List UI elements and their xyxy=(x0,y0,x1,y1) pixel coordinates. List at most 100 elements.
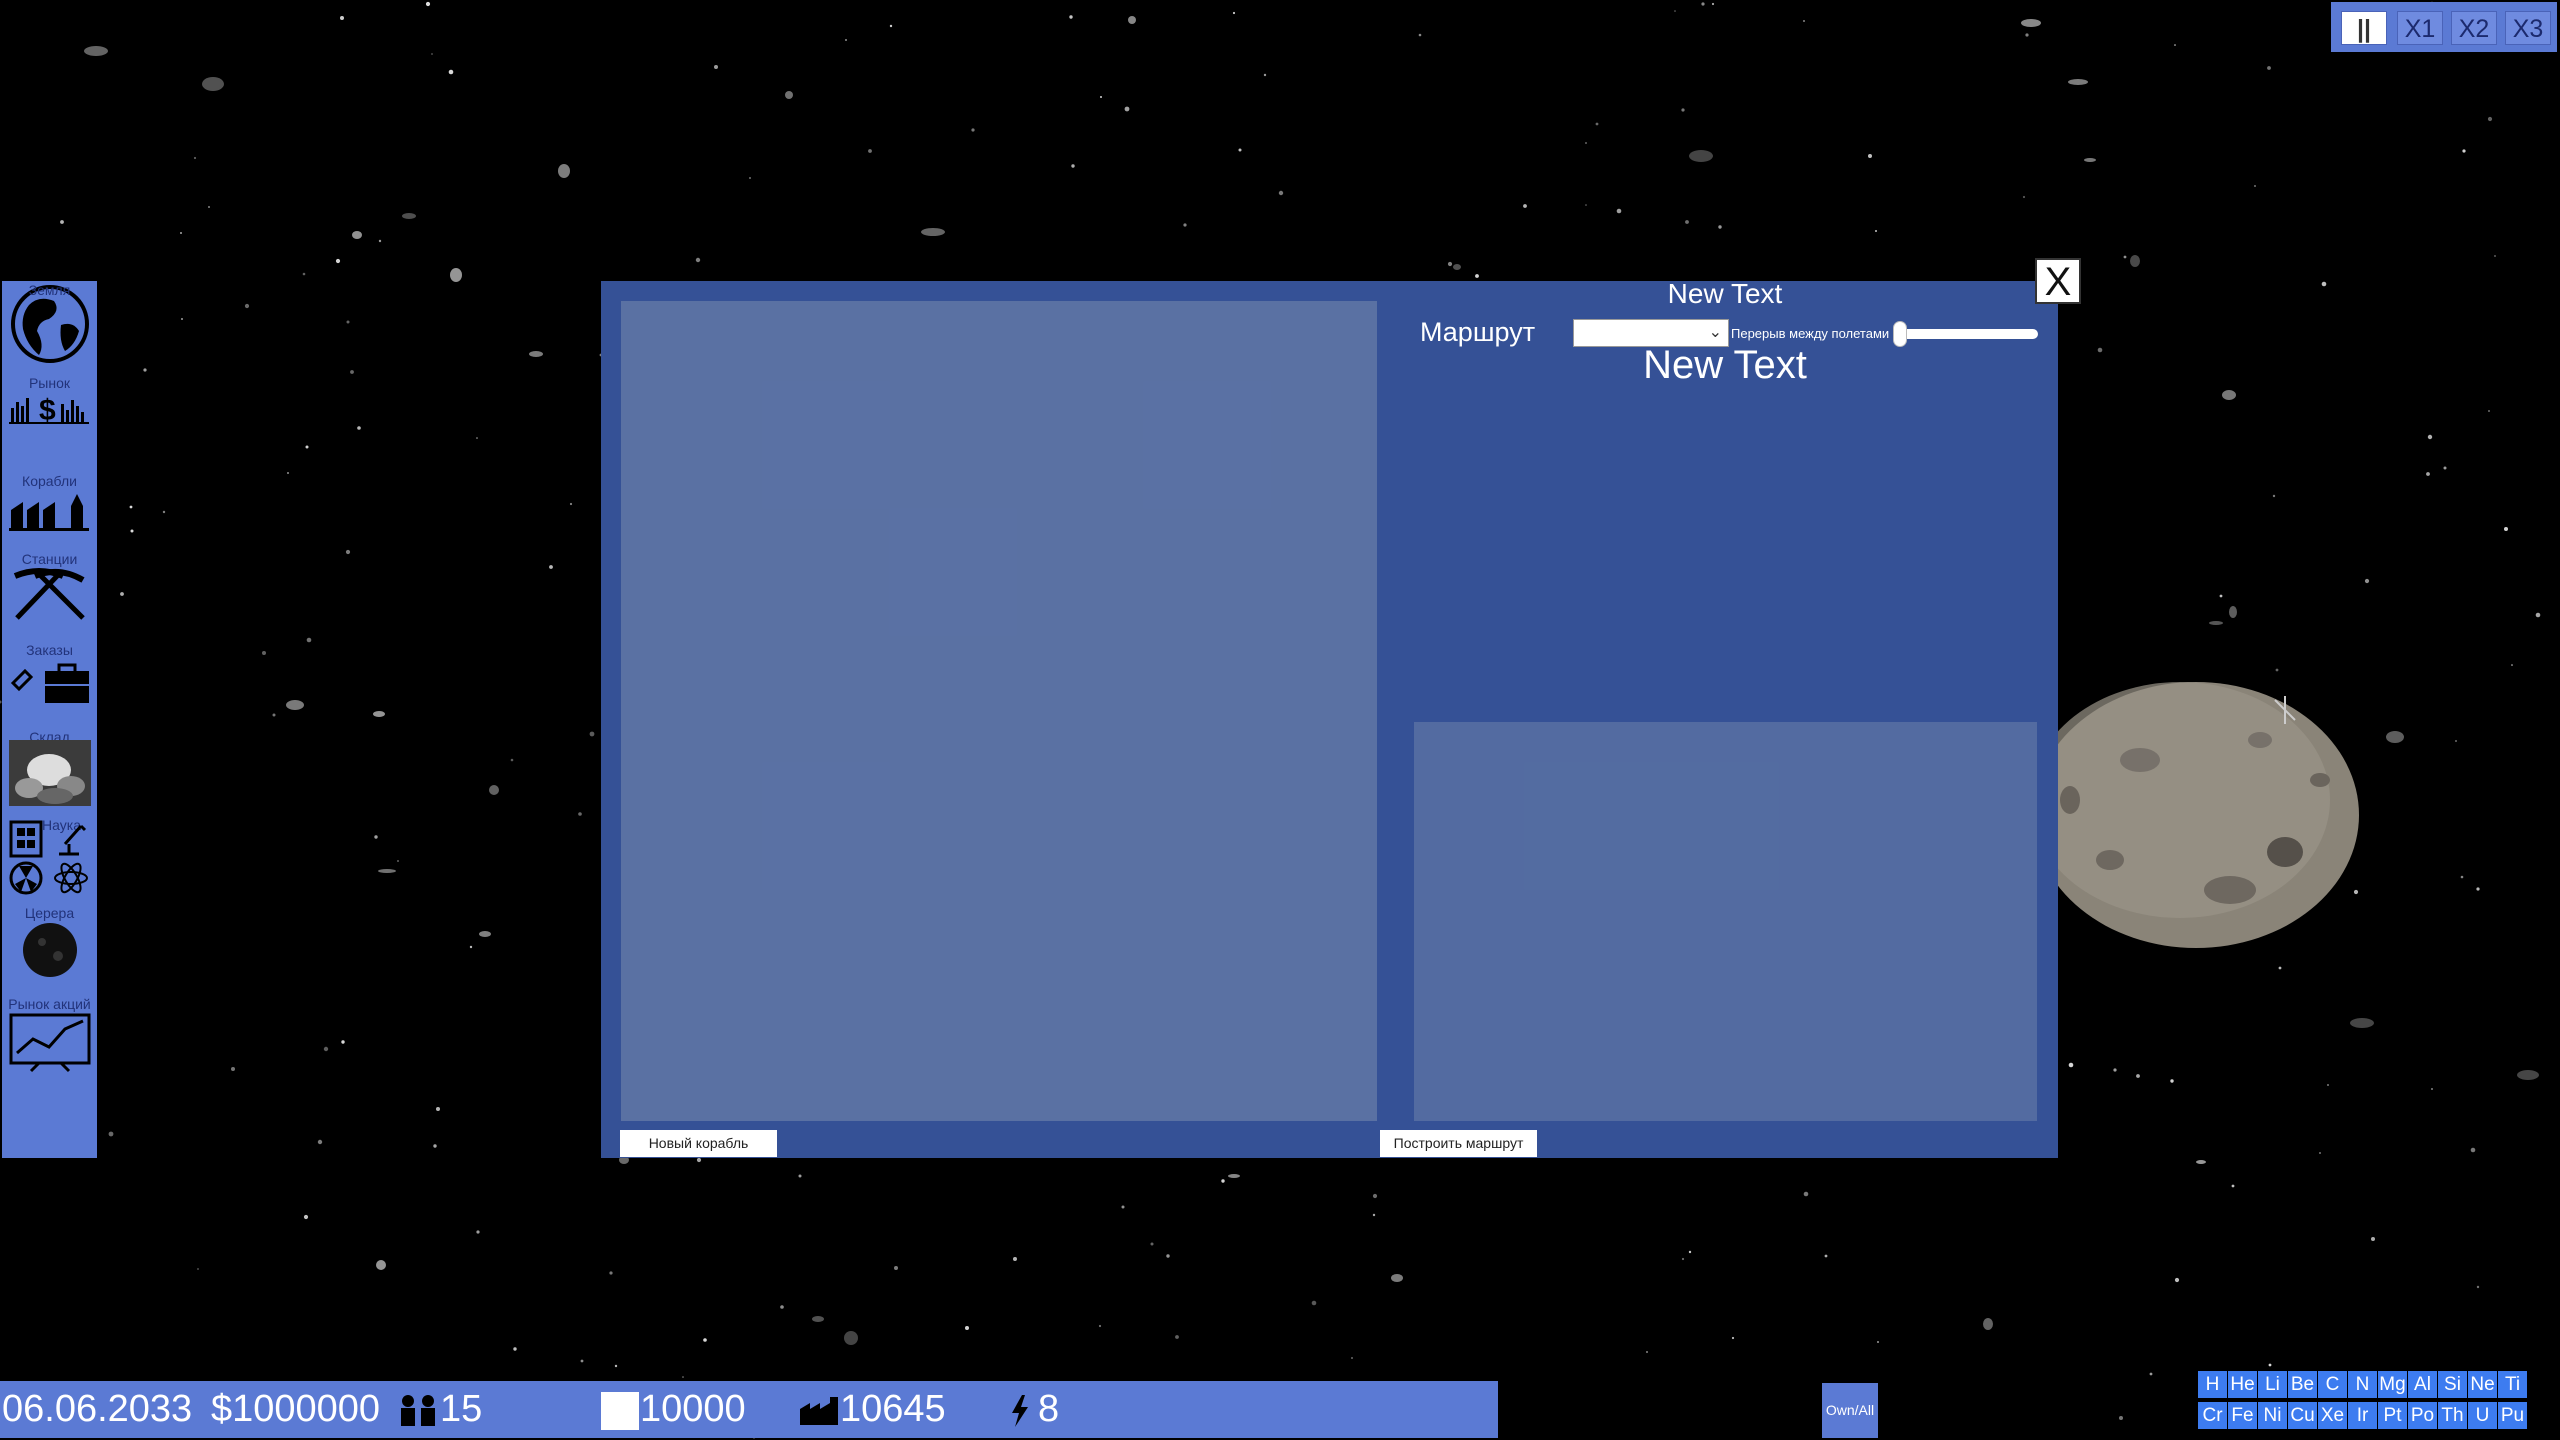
element-button[interactable]: Fe xyxy=(2228,1402,2257,1429)
star xyxy=(2364,578,2370,584)
ships-list-panel[interactable] xyxy=(621,301,1377,1121)
star xyxy=(1475,274,1479,278)
element-button[interactable]: Al xyxy=(2408,1371,2437,1398)
svg-text:$: $ xyxy=(39,394,56,426)
star xyxy=(2272,494,2276,498)
dialog-title-big: New Text xyxy=(1643,343,1807,387)
sidebar-item-ships[interactable]: Корабли xyxy=(2,474,97,538)
sidebar-label-ships: Корабли xyxy=(22,473,77,489)
element-button[interactable]: Mg xyxy=(2378,1371,2407,1398)
asteroid xyxy=(921,228,945,236)
storage-icon xyxy=(601,1392,639,1430)
asteroid xyxy=(402,213,416,219)
elements-grid: H He Li Be C N Mg Al Si Ne Ti Cr Fe Ni Cu Xe Ir Pt Po Th U Pu xyxy=(2198,1371,2530,1433)
star xyxy=(1150,1242,1154,1246)
star xyxy=(589,731,595,737)
star xyxy=(1701,2,1705,6)
star xyxy=(2494,255,2496,257)
element-button[interactable]: He xyxy=(2228,1371,2257,1398)
speed-x3-button[interactable]: X3 xyxy=(2505,11,2551,45)
star xyxy=(130,529,134,533)
speed-x2-button[interactable]: X2 xyxy=(2451,11,2497,45)
flight-interval-slider-handle[interactable] xyxy=(1893,321,1907,347)
asteroid xyxy=(2084,158,2096,162)
star xyxy=(378,239,382,243)
star xyxy=(129,505,133,509)
ships-icon xyxy=(9,494,89,531)
asteroid xyxy=(2196,1160,2206,1164)
star xyxy=(208,206,210,208)
element-button[interactable]: Pu xyxy=(2498,1402,2527,1429)
element-button[interactable]: Ni xyxy=(2258,1402,2287,1429)
star xyxy=(894,1266,898,1270)
star xyxy=(1731,1336,1735,1340)
element-button[interactable]: Be xyxy=(2288,1371,2317,1398)
route-dropdown[interactable]: ⌄ xyxy=(1573,319,1729,347)
element-button[interactable]: Ne xyxy=(2468,1371,2497,1398)
sidebar-item-warehouse[interactable]: Склад xyxy=(2,730,97,810)
star xyxy=(2174,44,2176,46)
star xyxy=(272,713,276,717)
star xyxy=(2504,527,2508,531)
sidebar-item-stations[interactable]: Станции xyxy=(2,552,97,628)
star xyxy=(1803,1191,1809,1197)
route-details-panel[interactable] xyxy=(1414,722,2037,1121)
star xyxy=(374,835,378,839)
element-button[interactable]: U xyxy=(2468,1402,2497,1429)
star xyxy=(1585,204,1587,206)
element-button[interactable]: Cu xyxy=(2288,1402,2317,1429)
star xyxy=(845,39,847,41)
element-button[interactable]: Ir xyxy=(2348,1402,2377,1429)
element-button[interactable]: Si xyxy=(2438,1371,2467,1398)
star xyxy=(695,257,701,263)
star xyxy=(1100,96,1102,98)
element-button[interactable]: Po xyxy=(2408,1402,2437,1429)
star xyxy=(2254,185,2256,187)
asteroid xyxy=(202,77,224,91)
speed-x1-button[interactable]: X1 xyxy=(2397,11,2443,45)
element-button[interactable]: C xyxy=(2318,1371,2347,1398)
star xyxy=(2278,966,2282,970)
flight-interval-label: Перерыв между полетами xyxy=(1731,326,1890,341)
close-button[interactable]: X xyxy=(2035,258,2081,304)
asteroid xyxy=(1689,150,1713,162)
speed-controls: || X1 X2 X3 xyxy=(2331,2,2557,52)
element-button[interactable]: Ti xyxy=(2498,1371,2527,1398)
asteroid xyxy=(1453,264,1461,270)
star xyxy=(2535,612,2541,618)
pause-button[interactable]: || xyxy=(2341,11,2387,45)
element-button[interactable]: Li xyxy=(2258,1371,2287,1398)
new-ship-button[interactable]: Новый корабль xyxy=(620,1130,777,1157)
star xyxy=(1681,108,1685,112)
sidebar-item-earth[interactable]: Земля xyxy=(2,281,97,363)
star xyxy=(1877,1341,1879,1343)
dialog-title-small: New Text xyxy=(1667,278,1783,309)
game-scene: || X1 X2 X3 Земля Рынок $ Корабли Станци… xyxy=(0,0,2560,1440)
element-button[interactable]: Xe xyxy=(2318,1402,2347,1429)
sidebar-item-science[interactable]: Наука xyxy=(2,818,97,898)
star xyxy=(425,1,431,7)
sidebar-item-ceres[interactable]: Церера xyxy=(2,906,97,986)
ships-count: 10645 xyxy=(840,1388,946,1430)
asteroid xyxy=(2068,79,2088,85)
element-button[interactable]: Th xyxy=(2438,1402,2467,1429)
element-button[interactable]: N xyxy=(2348,1371,2377,1398)
sidebar-item-orders[interactable]: Заказы xyxy=(2,643,97,713)
star xyxy=(971,128,975,132)
own-all-toggle[interactable]: Own/All xyxy=(1822,1383,1878,1438)
star xyxy=(120,592,124,596)
sidebar-item-stock-market[interactable]: Рынок акций xyxy=(2,997,97,1077)
star xyxy=(2119,1416,2123,1420)
star xyxy=(180,232,182,234)
star xyxy=(1221,1179,1225,1183)
star xyxy=(2487,116,2493,122)
sidebar-item-market[interactable]: Рынок $ xyxy=(2,376,97,436)
element-button[interactable]: Pt xyxy=(2378,1402,2407,1429)
element-button[interactable]: Cr xyxy=(2198,1402,2227,1429)
stock-chart-icon xyxy=(9,1013,91,1073)
element-button[interactable]: H xyxy=(2198,1371,2227,1398)
build-route-button[interactable]: Построить маршрут xyxy=(1380,1130,1537,1157)
flight-interval-slider[interactable] xyxy=(1900,329,2038,339)
star xyxy=(2025,33,2029,37)
star xyxy=(1585,142,1587,144)
